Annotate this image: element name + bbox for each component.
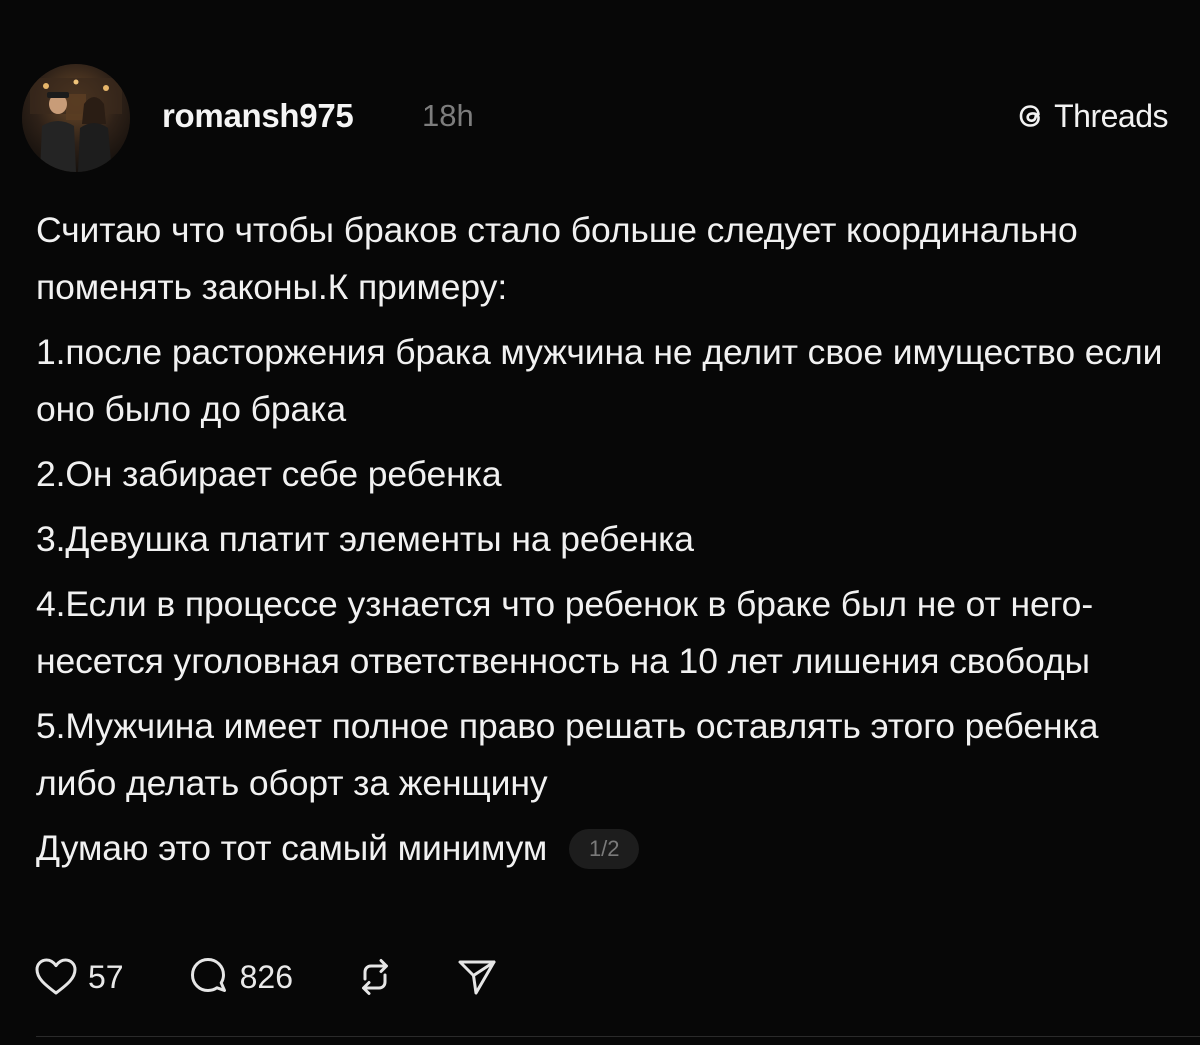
brand-label: Threads [1054,97,1168,134]
post-paragraph: 3.Девушка платит элементы на ребенка [36,519,694,559]
divider [36,1036,1200,1037]
page-indicator: 1/2 [569,828,640,869]
avatar-image [22,64,130,172]
post-closing-text: Думаю это тот самый минимум [36,828,548,868]
timestamp: 18h [422,98,474,133]
reply-button[interactable]: 826 [186,955,293,999]
username[interactable]: romansh975 [162,94,354,138]
threads-brand: Threads [1012,94,1168,138]
post-last-line: Думаю это тот самый минимум 1/2 [36,820,1176,877]
post-body: Считаю что чтобы браков стало больше сле… [36,202,1176,885]
like-button[interactable]: 57 [34,957,124,997]
avatar[interactable] [22,64,130,172]
threads-logo-icon [1019,105,1040,127]
post-paragraph: 2.Он забирает себе ребенка [36,454,502,494]
speech-bubble-icon [190,958,226,992]
action-bar: 57 826 [34,950,499,1004]
post-paragraph: 4.Если в процессе узнается что ребенок в… [36,584,1094,681]
post-paragraph: 5.Мужчина имеет полное право решать оста… [36,706,1099,803]
post-paragraph: 1.после расторжения брака мужчина не дел… [36,332,1163,429]
like-count: 57 [88,958,124,995]
repost-button[interactable] [353,955,397,999]
send-icon [458,960,496,995]
reply-count: 826 [239,958,293,995]
repost-icon [361,959,388,995]
heart-icon [35,958,77,995]
post-paragraph: Считаю что чтобы браков стало больше сле… [36,210,1078,307]
share-button[interactable] [455,955,499,999]
